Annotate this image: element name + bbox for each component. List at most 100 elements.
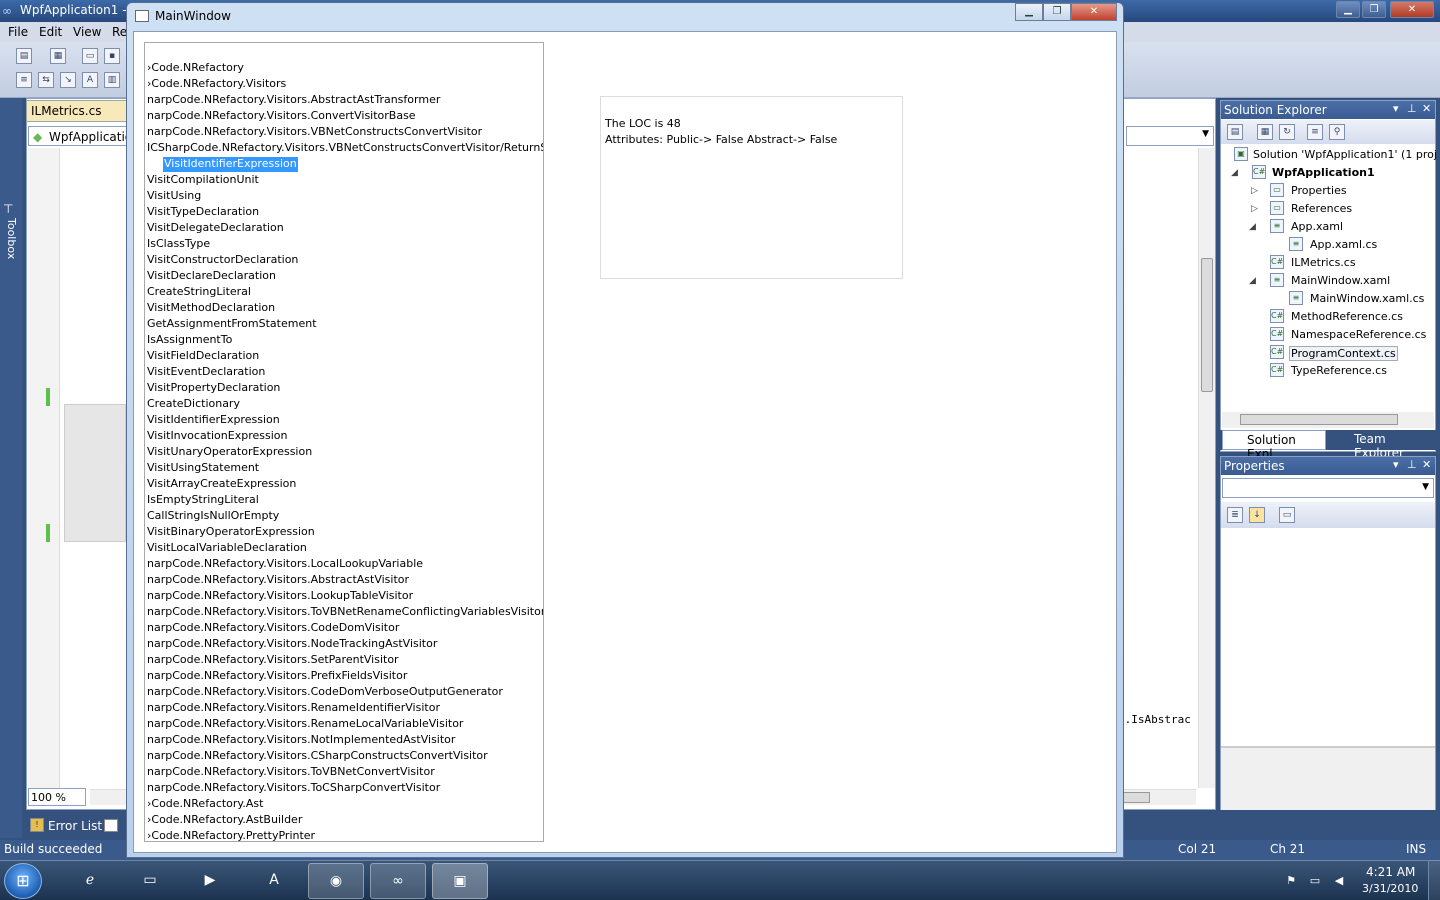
tree-line[interactable]: ›Code.NRefactory.Ast [147, 797, 263, 812]
tree-line[interactable]: VisitUsingStatement [147, 461, 259, 476]
member-navigation-dropdown[interactable]: ▼ [1126, 126, 1214, 146]
toolbar-icon-5[interactable]: ▥ [104, 72, 120, 88]
pin-icon[interactable]: ⊥ [1407, 458, 1417, 471]
network-icon[interactable]: ▭ [1308, 874, 1322, 888]
tree-line[interactable]: CallStringIsNullOrEmpty [147, 509, 279, 524]
tree-line[interactable]: VisitUnaryOperatorExpression [147, 445, 312, 460]
close-button[interactable]: ✕ [1071, 3, 1117, 21]
toolbar-icon-3[interactable]: ↘ [60, 72, 76, 88]
tree-line[interactable]: narpCode.NRefactory.Visitors.CSharpConst… [147, 749, 488, 764]
menu-edit[interactable]: Edit [39, 25, 62, 39]
visual-studio-icon[interactable]: ∞ [370, 863, 426, 899]
tree-line[interactable]: ICSharpCode.NRefactory.Visitors.VBNetCon… [147, 141, 543, 156]
tree-line[interactable]: GetAssignmentFromStatement [147, 317, 317, 332]
tree-line[interactable]: ›Code.NRefactory.PrettyPrinter [147, 829, 315, 841]
chrome-icon[interactable]: ◉ [308, 863, 364, 899]
tree-line[interactable]: IsAssignmentTo [147, 333, 232, 348]
tree-line[interactable]: VisitConstructorDeclaration [147, 253, 298, 268]
vs-close-button[interactable]: ✕ [1390, 1, 1434, 18]
vs-maximize-button[interactable]: ❐ [1362, 1, 1386, 18]
tree-line[interactable]: narpCode.NRefactory.Visitors.AbstractAst… [147, 573, 409, 588]
tree-item-properties[interactable]: Properties [1291, 184, 1347, 197]
tree-line[interactable]: CreateStringLiteral [147, 285, 251, 300]
tree-line-selected[interactable]: VisitIdentifierExpression [163, 157, 298, 172]
tree-line[interactable]: narpCode.NRefactory.Visitors.LookupTable… [147, 589, 413, 604]
tree-item-methodreference[interactable]: MethodReference.cs [1291, 310, 1403, 323]
tree-line[interactable]: VisitDelegateDeclaration [147, 221, 284, 236]
minimize-button[interactable]: ▁ [1015, 3, 1043, 21]
start-button[interactable]: ⊞ [4, 863, 42, 899]
pin-icon[interactable]: ⊥ [1407, 102, 1417, 115]
media-player-icon[interactable]: ▶ [182, 863, 238, 899]
show-desktop-button[interactable] [1428, 860, 1440, 900]
tree-line[interactable]: CreateDictionary [147, 397, 240, 412]
tree-line[interactable]: VisitEventDeclaration [147, 365, 265, 380]
properties-object-dropdown[interactable]: ▼ [1222, 478, 1434, 498]
output-icon[interactable] [104, 819, 118, 832]
toolbox-pin-icon[interactable]: ⊤ [3, 202, 13, 216]
tree-item-project[interactable]: WpfApplication1 [1272, 166, 1375, 179]
tree-line[interactable]: narpCode.NRefactory.Visitors.NodeTrackin… [147, 637, 437, 652]
show-all-files-icon[interactable]: ▦ [1257, 124, 1273, 140]
type-navigation-dropdown[interactable]: ◆ WpfApplicatio [28, 126, 132, 146]
tree-line[interactable]: ›Code.NRefactory.Visitors [147, 77, 286, 92]
tree-line[interactable]: VisitCompilationUnit [147, 173, 259, 188]
add-item-icon[interactable]: ▦ [50, 48, 66, 64]
tree-line[interactable]: VisitBinaryOperatorExpression [147, 525, 315, 540]
properties-icon[interactable]: ▤ [1227, 124, 1243, 140]
zoom-dropdown[interactable]: 100 % [28, 788, 86, 806]
tab-team-explorer[interactable]: Team Explorer [1330, 432, 1436, 460]
collapse-icon[interactable]: ◢ [1231, 168, 1238, 178]
collapse-icon[interactable]: ◢ [1249, 222, 1256, 232]
tree-item-app-xaml[interactable]: App.xaml [1291, 220, 1343, 233]
tree-item-typereference[interactable]: TypeReference.cs [1291, 364, 1387, 377]
editor-tab-ilmetrics[interactable]: ILMetrics.cs [26, 100, 130, 122]
collapse-icon[interactable]: ◢ [1249, 276, 1256, 286]
scroll-thumb[interactable] [1240, 414, 1398, 425]
clock-date[interactable]: 3/31/2010 [1362, 882, 1418, 895]
wpf-app-icon[interactable]: ▣ [432, 863, 488, 899]
tree-line[interactable]: VisitFieldDeclaration [147, 349, 259, 364]
tree-line[interactable]: VisitMethodDeclaration [147, 301, 275, 316]
tree-line[interactable]: VisitUsing [147, 189, 201, 204]
tree-item-solution[interactable]: Solution 'WpfApplication1' (1 proj [1253, 148, 1437, 161]
acrobat-icon[interactable]: A [246, 863, 302, 899]
metrics-tree-view[interactable]: ›Code.NRefactory ›Code.NRefactory.Visitor… [144, 42, 544, 842]
alphabetical-icon[interactable]: ↓ [1249, 507, 1265, 523]
tree-line[interactable]: narpCode.NRefactory.Visitors.NotImplemen… [147, 733, 455, 748]
tree-line[interactable]: VisitLocalVariableDeclaration [147, 541, 307, 556]
editor-tab-dropdown-icon[interactable]: ▼ [1196, 104, 1204, 115]
toolbar-icon-4[interactable]: A [82, 72, 98, 88]
editor-vertical-scrollbar[interactable] [1198, 148, 1215, 788]
action-center-icon[interactable]: ⚑ [1284, 874, 1298, 888]
categorized-icon[interactable]: ≣ [1227, 507, 1243, 523]
toolbar-icon-1[interactable]: ≡ [16, 72, 32, 88]
panel-dropdown-icon[interactable]: ▾ [1393, 102, 1399, 115]
property-pages-icon[interactable]: ▭ [1279, 507, 1295, 523]
volume-icon[interactable]: ◀ [1332, 874, 1346, 888]
tree-item-programcontext[interactable]: ProgramContext.cs [1289, 346, 1398, 361]
toolbox-strip[interactable]: ⊤ Toolbox [0, 98, 22, 838]
open-file-icon[interactable]: ▭ [82, 48, 98, 64]
close-icon[interactable]: ✕ [1422, 102, 1431, 115]
tree-line[interactable]: VisitTypeDeclaration [147, 205, 259, 220]
clock-time[interactable]: 4:21 AM [1366, 865, 1415, 879]
refresh-icon[interactable]: ↻ [1279, 124, 1295, 140]
tree-item-mainwindow-xaml-cs[interactable]: MainWindow.xaml.cs [1310, 292, 1424, 305]
tree-line[interactable]: narpCode.NRefactory.Visitors.RenameLocal… [147, 717, 463, 732]
internet-explorer-icon[interactable]: ℯ [62, 863, 118, 899]
tree-line[interactable]: narpCode.NRefactory.Visitors.ToVBNetConv… [147, 765, 435, 780]
tree-line[interactable]: narpCode.NRefactory.Visitors.ToCSharpCon… [147, 781, 440, 796]
tree-line[interactable]: narpCode.NRefactory.Visitors.CodeDomVerb… [147, 685, 503, 700]
menu-refactor[interactable]: Re [112, 25, 127, 39]
menu-file[interactable]: File [8, 25, 28, 39]
tree-line[interactable]: narpCode.NRefactory.Visitors.LocalLookup… [147, 557, 423, 572]
tree-line[interactable]: VisitInvocationExpression [147, 429, 287, 444]
tree-line[interactable]: VisitDeclareDeclaration [147, 269, 276, 284]
explorer-folder-icon[interactable]: ▭ [122, 863, 178, 899]
tree-line[interactable]: ›Code.NRefactory.AstBuilder [147, 813, 302, 828]
tree-line[interactable]: VisitIdentifierExpression [147, 413, 280, 428]
expand-icon[interactable]: ▷ [1251, 186, 1258, 196]
tree-line[interactable]: narpCode.NRefactory.Visitors.ToVBNetRena… [147, 605, 543, 620]
tree-item-references[interactable]: References [1291, 202, 1352, 215]
